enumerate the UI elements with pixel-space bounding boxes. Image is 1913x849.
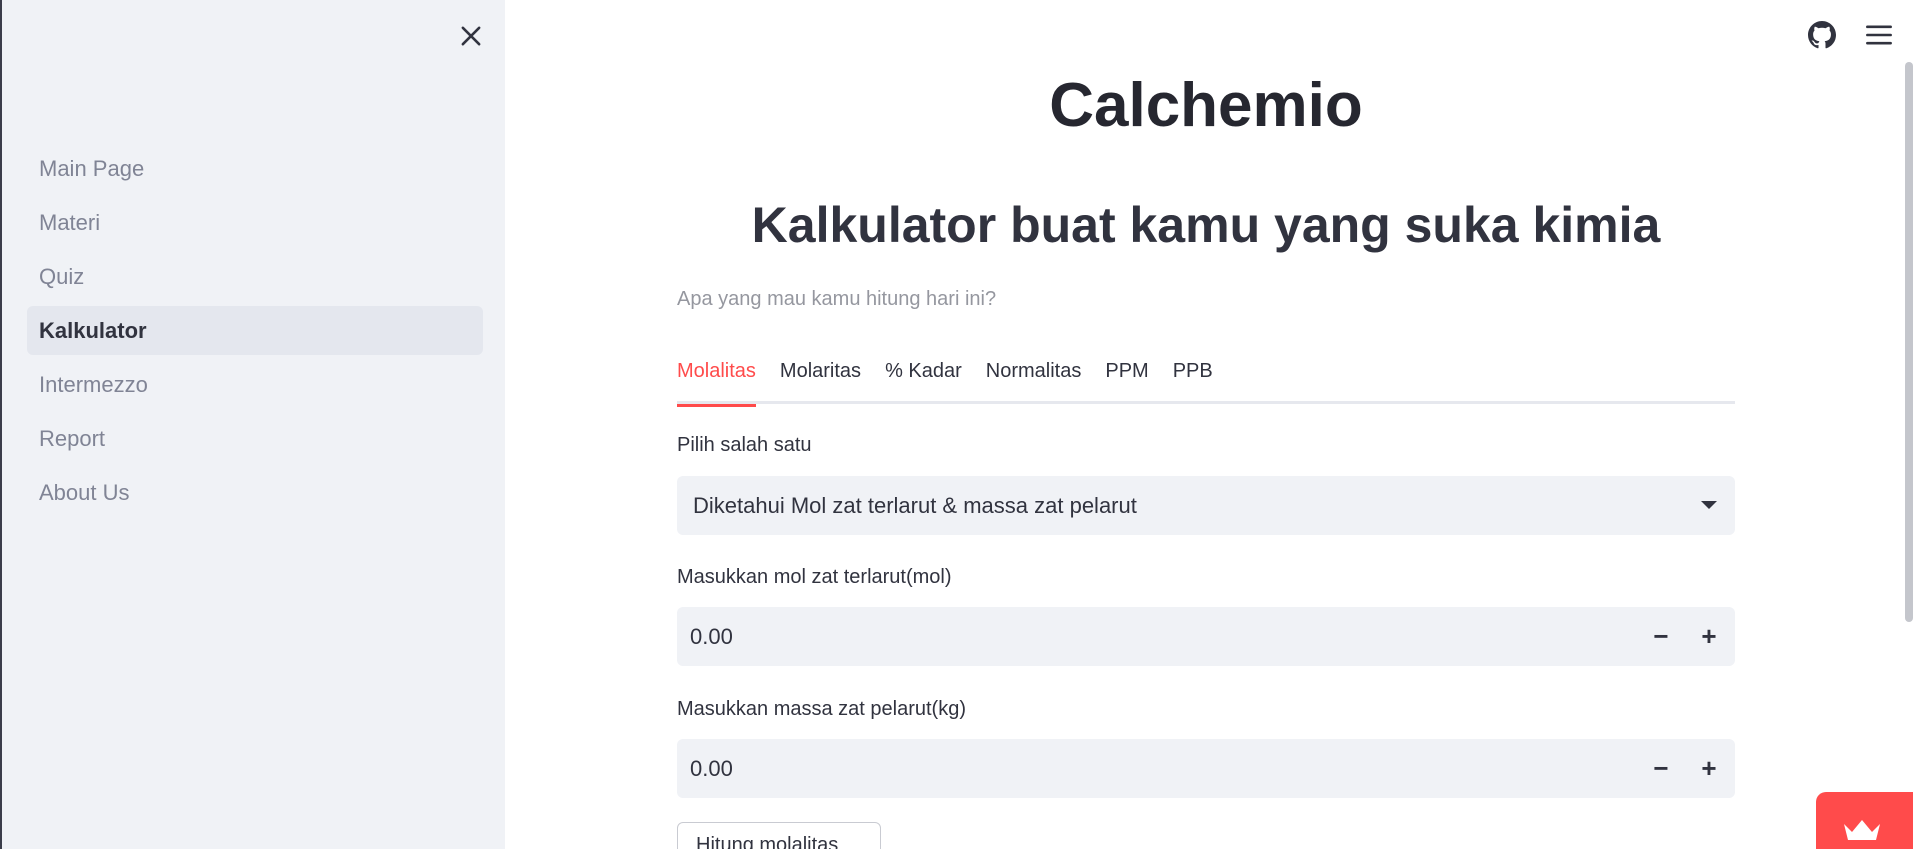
tab-ppb[interactable]: PPB	[1173, 356, 1213, 404]
mol-decrement-button[interactable]: −	[1637, 607, 1685, 666]
sidebar-nav: Main Page Materi Quiz Kalkulator Interme…	[27, 144, 483, 522]
tab-molalitas[interactable]: Molalitas	[677, 356, 756, 407]
github-icon[interactable]	[1808, 21, 1836, 49]
massa-input-label: Masukkan massa zat pelarut(kg)	[677, 698, 967, 720]
calculate-button[interactable]: Hitung molalitas	[677, 822, 881, 849]
tab-bar: Molalitas Molaritas % Kadar Normalitas P…	[677, 356, 1735, 407]
mol-number-input[interactable]: 0.00 − +	[677, 607, 1735, 666]
select-value: Diketahui Mol zat terlarut & massa zat p…	[693, 493, 1137, 518]
massa-number-input[interactable]: 0.00 − +	[677, 739, 1735, 798]
sidebar-item-quiz[interactable]: Quiz	[27, 252, 483, 301]
massa-input-value[interactable]: 0.00	[690, 739, 733, 798]
select-label: Pilih salah satu	[677, 434, 812, 456]
sidebar-item-main-page[interactable]: Main Page	[27, 144, 483, 193]
mol-increment-button[interactable]: +	[1685, 607, 1733, 666]
hamburger-menu-icon[interactable]	[1865, 22, 1893, 48]
sidebar-item-about-us[interactable]: About Us	[27, 468, 483, 517]
massa-decrement-button[interactable]: −	[1637, 739, 1685, 798]
sidebar-item-report[interactable]: Report	[27, 414, 483, 463]
tab-ppm[interactable]: PPM	[1105, 356, 1148, 404]
sidebar-item-materi[interactable]: Materi	[27, 198, 483, 247]
sidebar-item-kalkulator[interactable]: Kalkulator	[27, 306, 483, 355]
chevron-down-icon	[1701, 501, 1717, 509]
scrollbar[interactable]	[1905, 62, 1913, 622]
close-icon[interactable]	[457, 22, 485, 50]
case-select[interactable]: Diketahui Mol zat terlarut & massa zat p…	[677, 476, 1735, 535]
crown-icon	[1844, 820, 1880, 840]
tab-normalitas[interactable]: Normalitas	[986, 356, 1082, 404]
massa-increment-button[interactable]: +	[1685, 739, 1733, 798]
tab-kadar[interactable]: % Kadar	[885, 356, 962, 404]
caption: Apa yang mau kamu hitung hari ini?	[677, 288, 997, 310]
page-subtitle: Kalkulator buat kamu yang suka kimia	[751, 197, 1661, 253]
sidebar: Main Page Materi Quiz Kalkulator Interme…	[0, 0, 505, 849]
mol-input-value[interactable]: 0.00	[690, 607, 733, 666]
tab-molaritas[interactable]: Molaritas	[780, 356, 861, 404]
page-title: Calchemio	[1049, 71, 1363, 140]
mol-input-label: Masukkan mol zat terlarut(mol)	[677, 566, 952, 588]
sidebar-item-intermezzo[interactable]: Intermezzo	[27, 360, 483, 409]
streamlit-badge[interactable]	[1816, 792, 1913, 849]
